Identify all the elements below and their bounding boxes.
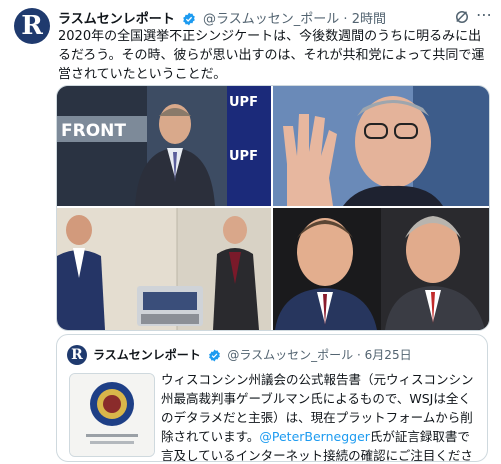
svg-text:UPF: UPF [229, 149, 258, 164]
mention-link[interactable]: @PeterBernegger [259, 429, 370, 444]
tweet-header: ラスムセンレポート @ラスムッセン_ポール · 2時間 [58, 8, 457, 26]
photo-voting-machine[interactable] [57, 208, 271, 330]
author-handle[interactable]: @ラスムッセン_ポール [203, 12, 339, 26]
media-grid[interactable]: FRONT UPF UPF [56, 85, 490, 331]
header-separator: · [343, 12, 348, 26]
quoted-author-name[interactable]: ラスムセンレポート [93, 348, 201, 362]
photo-voting-machine-art [57, 208, 271, 330]
quoted-avatar-letter: R [71, 347, 83, 363]
quoted-author-avatar[interactable]: R [67, 345, 87, 365]
photo-hand-raised-art [273, 86, 489, 206]
tweet-text: 2020年の全国選挙不正シンジケートは、今後数週間のうちに明るみに出るだろう。そ… [58, 29, 485, 82]
quoted-separator: · [357, 348, 361, 362]
photo-two-officials-art [273, 208, 489, 330]
verified-badge-icon [183, 12, 195, 26]
avatar-letter: R [21, 11, 43, 41]
quoted-text: ウィスコンシン州議会の公式報告書（元ウィスコンシン州最高裁判事ゲーブルマン氏によ… [161, 370, 477, 461]
svg-text:FRONT: FRONT [61, 121, 126, 141]
quoted-date[interactable]: 6月25日 [365, 348, 412, 362]
quoted-tweet[interactable]: R ラスムセンレポート @ラスムッセン_ポール · 6月25日 ウィスコンシン州… [56, 334, 488, 462]
wisconsin-seal-icon [70, 374, 154, 456]
author-name[interactable]: ラスムセンレポート [58, 12, 175, 26]
photo-tv-interview[interactable]: FRONT UPF UPF [57, 86, 271, 206]
photo-tv-interview-art: FRONT UPF UPF [57, 86, 271, 206]
quoted-verified-badge-icon [208, 349, 220, 362]
author-avatar[interactable]: R [14, 8, 50, 44]
quoted-thumbnail[interactable] [69, 373, 155, 457]
quoted-author-handle[interactable]: @ラスムッセン_ポール [227, 348, 353, 362]
more-options-icon[interactable]: ⋯ [475, 7, 493, 26]
quoted-header: ラスムセンレポート @ラスムッセン_ポール · 6月25日 [93, 346, 412, 363]
grok-icon[interactable] [453, 8, 471, 26]
photo-two-officials[interactable] [273, 208, 489, 330]
svg-text:UPF: UPF [229, 95, 258, 110]
photo-hand-raised[interactable] [273, 86, 489, 206]
tweet-time[interactable]: 2時間 [352, 12, 386, 26]
